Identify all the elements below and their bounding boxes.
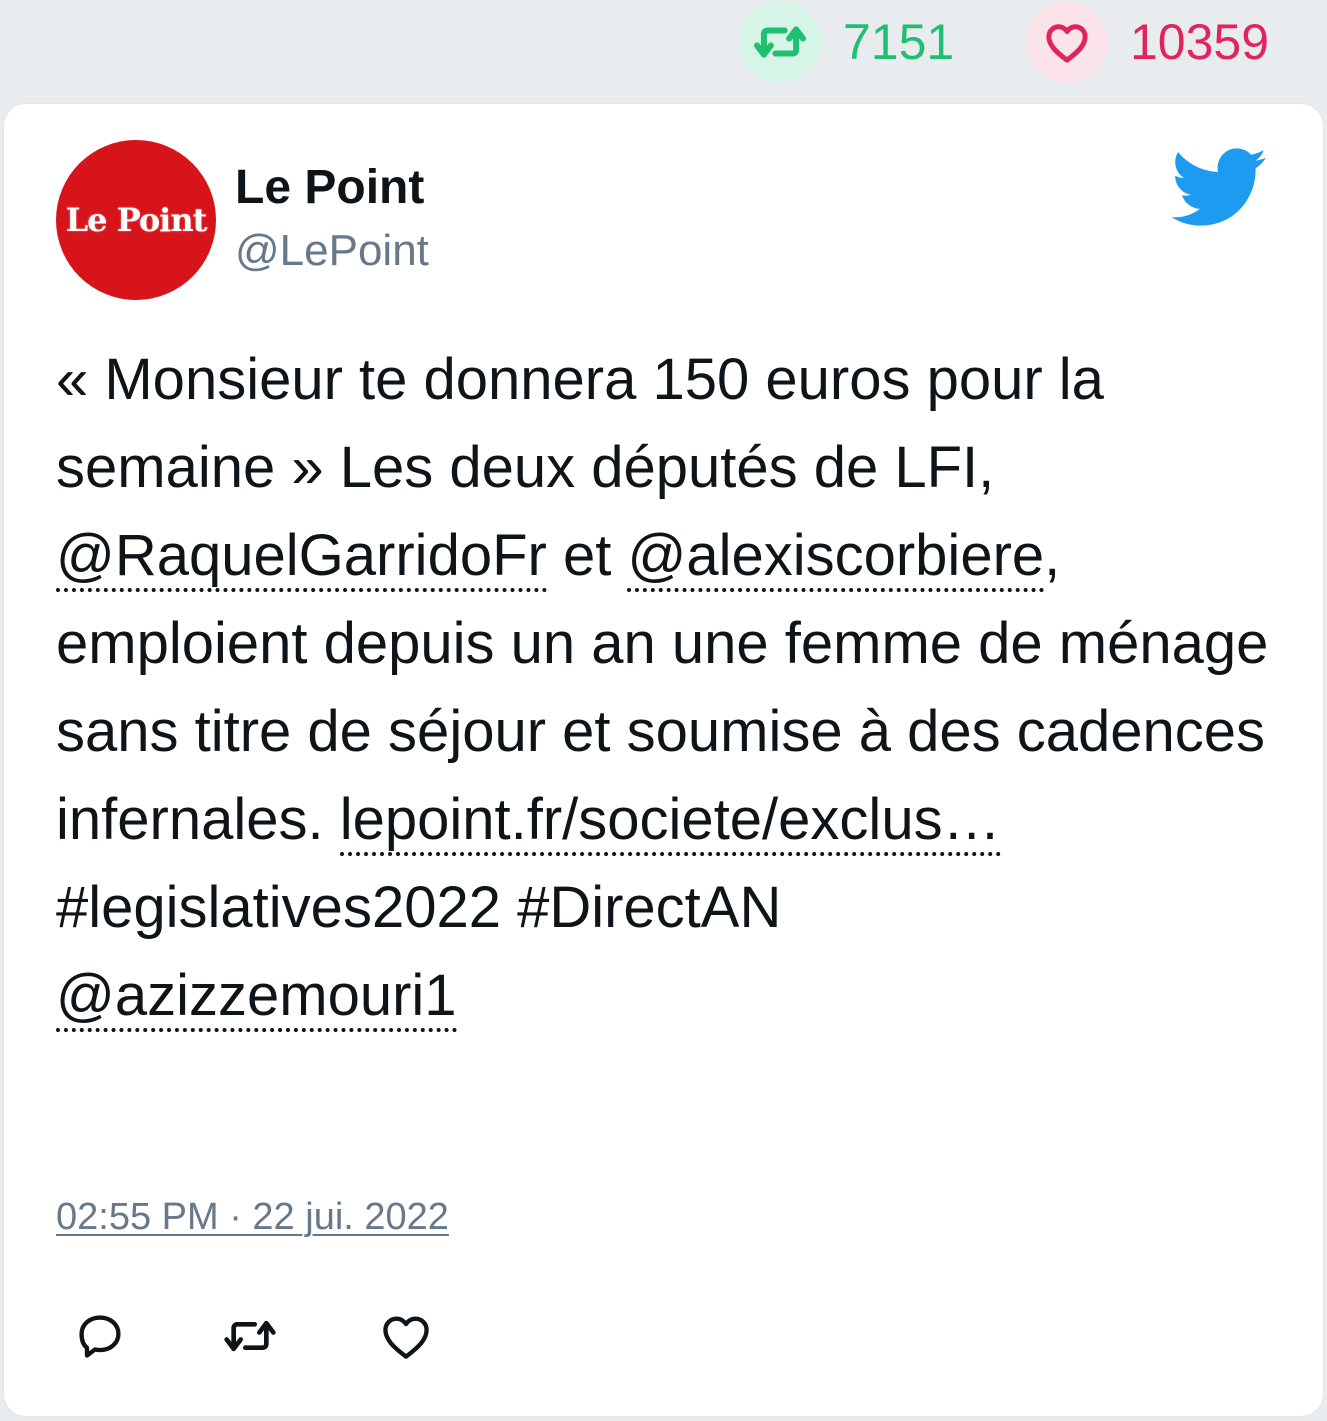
retweet-icon[interactable] [739, 1, 821, 83]
display-name[interactable]: Le Point [235, 164, 424, 212]
tweet-text: « Monsieur te donnera 150 euros pour la … [56, 336, 1286, 1040]
avatar[interactable]: Le Point [56, 140, 216, 300]
twitter-bird-icon[interactable] [1171, 148, 1268, 228]
engagement-stats-bar: 7151 10359 [0, 0, 1327, 84]
like-count: 10359 [1130, 14, 1270, 70]
reply-icon[interactable] [72, 1308, 128, 1364]
article-url-link[interactable]: lepoint.fr/societe/exclus… [339, 787, 1001, 856]
retweet-stat[interactable]: 7151 [739, 0, 954, 84]
tweet-card: Le Point Le Point @LePoint « Monsieur te… [4, 104, 1323, 1416]
tweet-text-part: « Monsieur te donnera 150 euros pour la … [56, 347, 1104, 500]
tweet-text-part: et [546, 523, 628, 588]
hashtags[interactable]: #legislatives2022 #DirectAN [56, 875, 781, 940]
like-icon[interactable] [378, 1308, 434, 1364]
user-handle[interactable]: @LePoint [235, 229, 429, 273]
mention-link[interactable]: @RaquelGarridoFr [56, 523, 547, 592]
like-icon[interactable] [1026, 1, 1108, 83]
like-stat[interactable]: 10359 [1026, 0, 1269, 84]
retweet-icon[interactable] [222, 1308, 278, 1364]
tweet-timestamp[interactable]: 02:55 PM · 22 jui. 2022 [56, 1198, 449, 1236]
mention-link[interactable]: @alexiscorbiere [627, 523, 1045, 592]
mention-link[interactable]: @azizzemouri1 [56, 963, 457, 1032]
retweet-count: 7151 [843, 14, 955, 70]
avatar-logo-text: Le Point [65, 201, 208, 239]
